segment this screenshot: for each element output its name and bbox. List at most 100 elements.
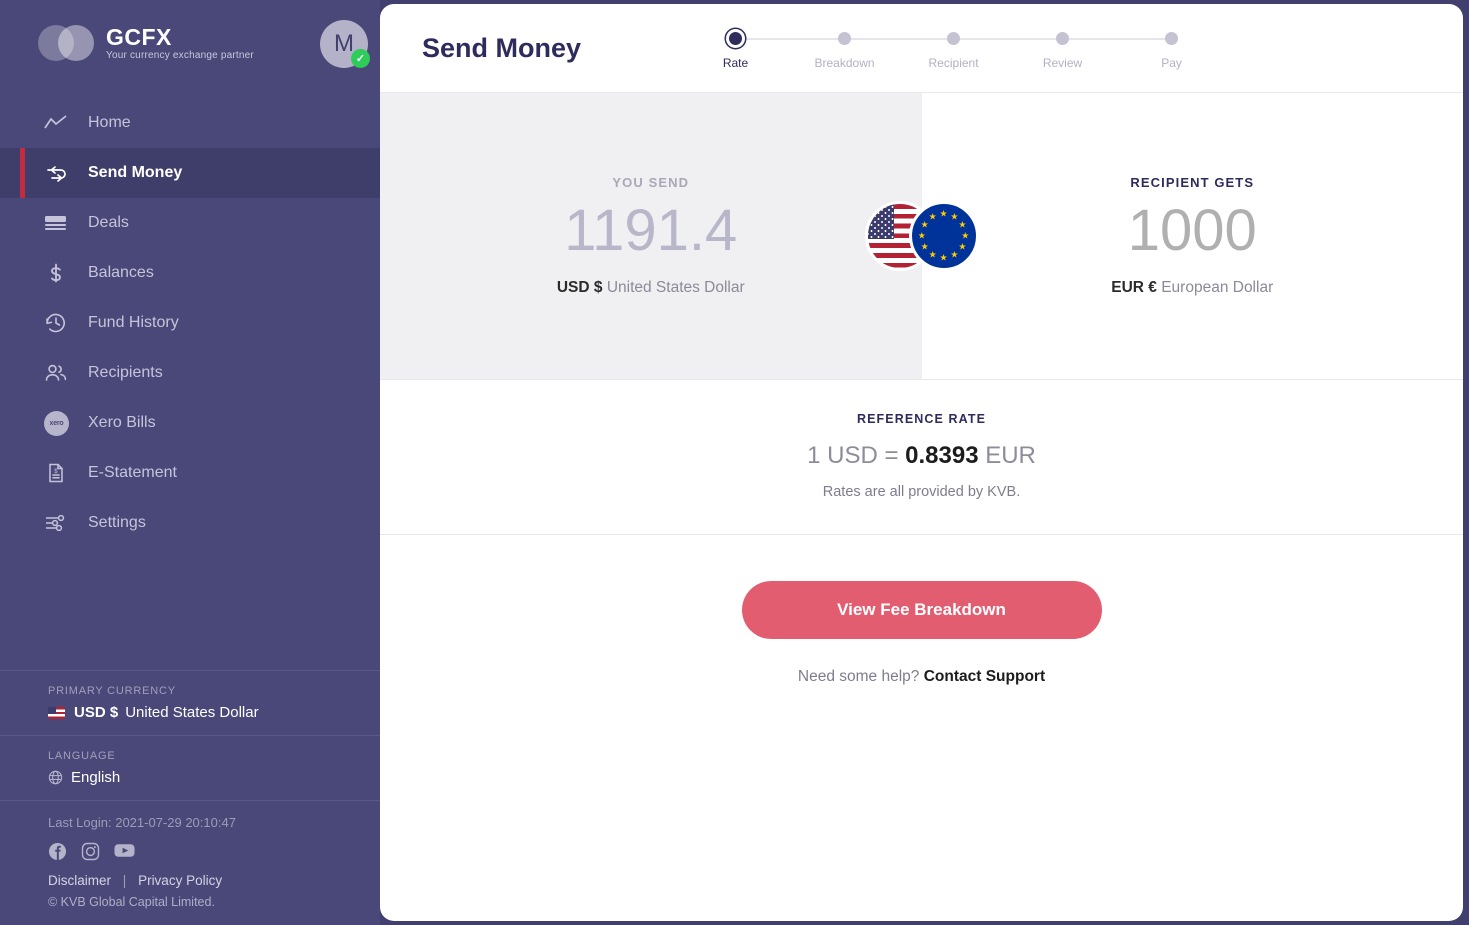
facebook-icon[interactable] [48, 842, 67, 861]
people-icon [44, 361, 74, 385]
step-rate[interactable]: Rate [681, 32, 845, 70]
gcfx-logo-icon [38, 23, 96, 63]
brand-header: GCFX Your currency exchange partner M ✓ [0, 0, 380, 86]
sidebar-item-label: Xero Bills [88, 414, 156, 431]
reference-rate-from: 1 USD = [807, 442, 899, 469]
you-send-caption: YOU SEND [612, 175, 690, 191]
exchange-arrows-icon [44, 161, 74, 185]
progress-stepper: Rate Breakdown Recipient Review Pay [681, 32, 1226, 70]
help-row: Need some help? Contact Support [380, 668, 1463, 686]
step-label: Breakdown [814, 56, 875, 70]
recipient-gets-amount[interactable]: 1000 [1128, 198, 1257, 265]
sidebar: GCFX Your currency exchange partner M ✓ … [0, 0, 380, 925]
sidebar-nav: Home Send Money Deals Balances Fund Hist… [0, 98, 380, 548]
step-dot [1165, 32, 1179, 45]
globe-icon [48, 770, 63, 785]
step-label: Rate [722, 56, 749, 70]
you-send-amount[interactable]: 1191.4 [564, 198, 737, 265]
clock-history-icon [44, 311, 74, 335]
card-stack-icon [44, 211, 74, 235]
last-login-text: Last Login: 2021-07-29 20:10:47 [48, 815, 236, 830]
user-avatar[interactable]: M ✓ [320, 20, 370, 68]
primary-currency-label: PRIMARY CURRENCY [48, 685, 176, 697]
svg-text:$: $ [54, 469, 58, 475]
exchange-row: YOU SEND 1191.4 USD $ United States Doll… [380, 92, 1463, 380]
sidebar-item-balances[interactable]: Balances [0, 248, 380, 298]
sidebar-item-label: Recipients [88, 364, 163, 381]
step-label: Recipient [928, 56, 979, 70]
sidebar-item-label: Fund History [88, 314, 179, 331]
sidebar-footer: Last Login: 2021-07-29 20:10:47 Disclaim… [0, 800, 380, 925]
reference-rate-number: 0.8393 [905, 442, 979, 469]
footer-link-separator: | [122, 873, 127, 888]
reference-rate-value: 1 USD = 0.8393 EUR [380, 442, 1463, 470]
youtube-icon[interactable] [114, 842, 135, 861]
sidebar-item-settings[interactable]: Settings [0, 498, 380, 548]
view-fee-breakdown-button[interactable]: View Fee Breakdown [741, 581, 1102, 639]
trend-line-icon [44, 111, 74, 135]
sidebar-item-xero-bills[interactable]: xero Xero Bills [0, 398, 380, 448]
dollar-sign-icon [44, 261, 74, 285]
disclaimer-link[interactable]: Disclaimer [48, 873, 111, 888]
recipient-gets-currency-name: European Dollar [1161, 278, 1274, 296]
step-recipient[interactable]: Recipient [899, 32, 1063, 70]
primary-currency-section[interactable]: PRIMARY CURRENCY USD $ United States Dol… [0, 670, 380, 735]
contact-support-link[interactable]: Contact Support [924, 668, 1045, 685]
primary-currency-name: United States Dollar [125, 704, 259, 721]
language-label: LANGUAGE [48, 750, 116, 762]
page-title: Send Money [422, 32, 582, 63]
main-card: Send Money Rate Breakdown Recipient Revi… [380, 4, 1463, 921]
sidebar-item-label: Send Money [88, 164, 183, 181]
social-links [48, 842, 380, 861]
sidebar-item-fund-history[interactable]: Fund History [0, 298, 380, 348]
reference-rate-caption: REFERENCE RATE [856, 412, 987, 426]
instagram-icon[interactable] [81, 842, 100, 861]
step-dot [838, 32, 852, 45]
language-section[interactable]: LANGUAGE English [0, 735, 380, 800]
cta-section: View Fee Breakdown Need some help? Conta… [380, 535, 1463, 686]
sidebar-item-home[interactable]: Home [0, 98, 380, 148]
primary-currency-code: USD $ [74, 704, 119, 721]
sidebar-item-e-statement[interactable]: $ E-Statement [0, 448, 380, 498]
sidebar-item-label: Balances [88, 264, 154, 281]
step-review[interactable]: Review [1008, 32, 1172, 70]
you-send-currency[interactable]: USD $ United States Dollar [557, 279, 745, 297]
brand-tagline: Your currency exchange partner [106, 50, 254, 62]
sidebar-item-label: Settings [88, 514, 146, 531]
xero-badge-text: xero [44, 410, 69, 436]
card-header: Send Money Rate Breakdown Recipient Revi… [380, 4, 1463, 92]
sidebar-item-label: Home [88, 114, 131, 131]
step-dot [947, 32, 961, 45]
recipient-gets-currency-code: EUR € [1111, 278, 1157, 296]
primary-currency-value: USD $ United States Dollar [48, 704, 380, 721]
recipient-gets-panel[interactable]: RECIPIENT GETS 1000 EUR € European Dolla… [921, 93, 1463, 379]
copyright-text: © KVB Global Capital Limited. [48, 895, 215, 909]
sidebar-item-label: E-Statement [88, 464, 177, 481]
xero-badge-icon: xero [44, 410, 74, 436]
step-pay[interactable]: Pay [1117, 32, 1226, 70]
brand-name: GCFX [106, 23, 172, 50]
reference-rate-section: REFERENCE RATE 1 USD = 0.8393 EUR Rates … [380, 380, 1463, 535]
step-label: Pay [1161, 56, 1182, 70]
us-flag-icon [48, 706, 65, 719]
recipient-gets-caption: RECIPIENT GETS [1130, 175, 1255, 191]
step-dot [1056, 32, 1070, 45]
privacy-policy-link[interactable]: Privacy Policy [138, 873, 222, 888]
sidebar-item-deals[interactable]: Deals [0, 198, 380, 248]
step-dot [729, 32, 743, 45]
you-send-currency-code: USD $ [556, 278, 603, 296]
sidebar-item-recipients[interactable]: Recipients [0, 348, 380, 398]
sidebar-item-send-money[interactable]: Send Money [0, 148, 380, 198]
verified-check-icon: ✓ [351, 49, 370, 68]
language-value-row: English [48, 769, 380, 786]
reference-rate-to: EUR [985, 442, 1036, 469]
sliders-icon [44, 511, 74, 535]
help-text: Need some help? [797, 668, 920, 685]
app-root: GCFX Your currency exchange partner M ✓ … [0, 0, 1469, 925]
footer-links: Disclaimer | Privacy Policy [48, 873, 380, 888]
recipient-gets-currency[interactable]: EUR € European Dollar [1111, 279, 1273, 297]
reference-rate-note: Rates are all provided by KVB. [822, 484, 1021, 500]
you-send-panel[interactable]: YOU SEND 1191.4 USD $ United States Doll… [380, 93, 922, 379]
step-breakdown[interactable]: Breakdown [790, 32, 954, 70]
